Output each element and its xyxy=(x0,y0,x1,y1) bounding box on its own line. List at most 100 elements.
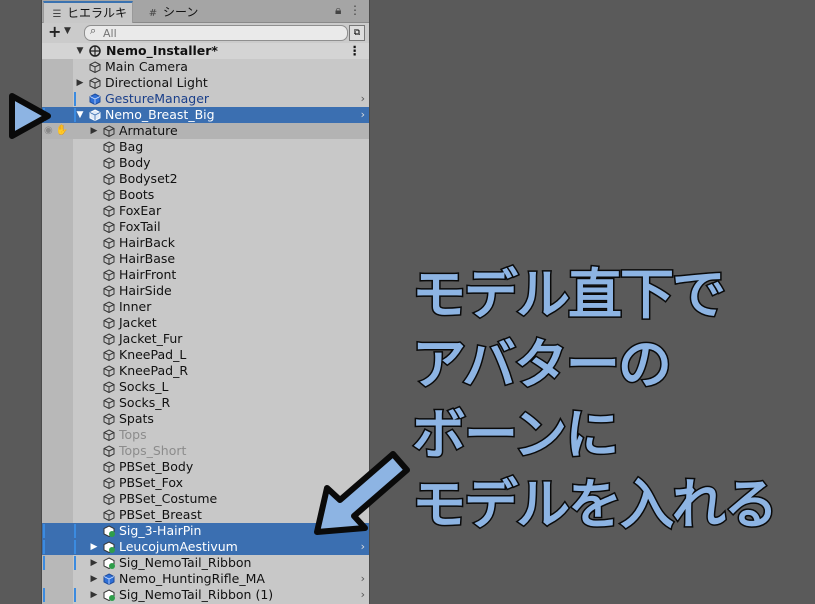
gameobject-cube-icon xyxy=(103,461,115,474)
row-label: Armature xyxy=(119,123,178,138)
row-label: Tops xyxy=(119,427,147,442)
lock-icon[interactable]: 🔒︎ xyxy=(335,3,341,17)
expand-arrow-icon[interactable]: ▶ xyxy=(89,587,99,603)
search-options-button[interactable]: ⧉ xyxy=(349,25,365,41)
gameobject-cube-icon xyxy=(103,493,115,506)
chevron-right-icon[interactable]: › xyxy=(361,91,365,107)
row-label: PBSet_Breast xyxy=(119,507,202,522)
gameobject-cube-icon xyxy=(103,125,115,138)
hierarchy-row[interactable]: KneePad_L xyxy=(42,347,369,363)
hierarchy-row[interactable]: Spats xyxy=(42,411,369,427)
override-marker xyxy=(43,524,45,538)
chevron-right-icon[interactable]: › xyxy=(361,571,365,587)
expand-arrow-icon[interactable]: ▶ xyxy=(89,123,99,139)
hierarchy-row[interactable]: ▶ LeucojumAestivum › xyxy=(42,539,369,555)
pointer-arrow-icon xyxy=(314,451,410,535)
hierarchy-row[interactable]: ◉ ✋ ▶ Armature xyxy=(42,123,369,139)
gameobject-cube-icon xyxy=(103,381,115,394)
gameobject-cube-icon xyxy=(103,397,115,410)
row-label: Jacket_Fur xyxy=(119,331,183,346)
row-label: Body xyxy=(119,155,151,170)
row-label: GestureManager xyxy=(105,91,210,106)
gameobject-cube-icon xyxy=(103,333,115,346)
kebab-menu-icon[interactable]: ⋮ xyxy=(349,3,361,17)
search-input[interactable] xyxy=(103,26,333,40)
row-label: PBSet_Fox xyxy=(119,475,184,490)
hierarchy-row[interactable]: Jacket_Fur xyxy=(42,331,369,347)
modified-marker xyxy=(74,588,76,602)
row-label: KneePad_R xyxy=(119,363,189,378)
hierarchy-row[interactable]: Boots xyxy=(42,187,369,203)
gameobject-cube-icon xyxy=(103,301,115,314)
hierarchy-row[interactable]: Body xyxy=(42,155,369,171)
hierarchy-row[interactable]: FoxEar xyxy=(42,203,369,219)
prefab-cube-icon xyxy=(89,93,101,106)
gameobject-cube-icon xyxy=(103,349,115,362)
hierarchy-row[interactable]: KneePad_R xyxy=(42,363,369,379)
add-button[interactable]: + xyxy=(48,23,61,41)
row-label: Socks_R xyxy=(119,395,171,410)
chevron-right-icon[interactable]: › xyxy=(361,539,365,555)
hierarchy-row[interactable]: ▶ Sig_NemoTail_Ribbon xyxy=(42,555,369,571)
hierarchy-row[interactable]: Socks_R xyxy=(42,395,369,411)
hierarchy-row[interactable]: Main Camera xyxy=(42,59,369,75)
row-label: HairFront xyxy=(119,267,177,282)
hierarchy-row[interactable]: ▼ Nemo_Breast_Big › xyxy=(42,107,369,123)
prefab-cube-icon xyxy=(89,109,101,122)
chevron-right-icon[interactable]: › xyxy=(361,107,365,123)
hierarchy-row[interactable]: HairSide xyxy=(42,283,369,299)
hierarchy-row[interactable]: ▶ Directional Light xyxy=(42,75,369,91)
tab-scene[interactable]: # シーン xyxy=(140,2,199,22)
expand-arrow-icon[interactable]: ▶ xyxy=(89,539,99,555)
modified-marker xyxy=(74,92,76,106)
search-icon: ⌕ xyxy=(90,24,97,37)
hierarchy-row[interactable]: Inner xyxy=(42,299,369,315)
row-label: Main Camera xyxy=(105,59,188,74)
scene-menu-icon[interactable]: ⋮ xyxy=(349,43,362,59)
row-label: Bag xyxy=(119,139,144,154)
modified-marker xyxy=(74,540,76,554)
expand-arrow-icon[interactable]: ▼ xyxy=(75,43,85,59)
hierarchy-row[interactable]: HairFront xyxy=(42,267,369,283)
row-label: HairBack xyxy=(119,235,176,250)
row-label: Bodyset2 xyxy=(119,171,178,186)
gameobject-cube-icon xyxy=(103,253,115,266)
gameobject-cube-icon xyxy=(103,477,115,490)
chevron-right-icon[interactable]: › xyxy=(361,587,365,603)
tab-hierarchy[interactable]: ☰ヒエラルキー xyxy=(43,1,133,42)
search-box[interactable]: ⌕ xyxy=(84,24,348,41)
hierarchy-row[interactable]: Tops xyxy=(42,427,369,443)
hierarchy-row[interactable]: ▶ Sig_NemoTail_Ribbon (1) › xyxy=(42,587,369,603)
gameobject-cube-icon xyxy=(103,141,115,154)
gameobject-cube-icon xyxy=(103,365,115,378)
hierarchy-row[interactable]: Socks_L xyxy=(42,379,369,395)
hierarchy-row[interactable]: FoxTail xyxy=(42,219,369,235)
hierarchy-row[interactable]: HairBase xyxy=(42,251,369,267)
hierarchy-row[interactable]: GestureManager › xyxy=(42,91,369,107)
hierarchy-row[interactable]: Bodyset2 xyxy=(42,171,369,187)
expand-arrow-icon[interactable]: ▼ xyxy=(75,107,85,123)
expand-arrow-icon[interactable]: ▶ xyxy=(89,555,99,571)
row-label: HairSide xyxy=(119,283,172,298)
row-label: KneePad_L xyxy=(119,347,187,362)
expand-arrow-icon[interactable]: ▶ xyxy=(75,75,85,91)
add-dropdown-icon[interactable]: ▼ xyxy=(64,26,71,36)
prefab-variant-icon xyxy=(103,557,115,570)
row-label: FoxEar xyxy=(119,203,162,218)
gameobject-cube-icon xyxy=(103,157,115,170)
gameobject-cube-icon xyxy=(103,173,115,186)
gameobject-cube-icon xyxy=(103,221,115,234)
row-label: Nemo_HuntingRifle_MA xyxy=(119,571,265,586)
expand-arrow-icon[interactable]: ▶ xyxy=(89,571,99,587)
hierarchy-row[interactable]: HairBack xyxy=(42,235,369,251)
hierarchy-row[interactable]: Bag xyxy=(42,139,369,155)
scene-root-row[interactable]: ▼ Nemo_Installer* ⋮ xyxy=(42,43,369,59)
prefab-variant-icon xyxy=(103,541,115,554)
hierarchy-row[interactable]: Jacket xyxy=(42,315,369,331)
grid-icon: # xyxy=(148,8,158,19)
row-label: Spats xyxy=(119,411,154,426)
callout-line-3: ボーンに xyxy=(411,402,621,468)
row-label: Socks_L xyxy=(119,379,169,394)
hierarchy-row[interactable]: ▶ Nemo_HuntingRifle_MA › xyxy=(42,571,369,587)
gameobject-cube-icon xyxy=(89,61,101,74)
